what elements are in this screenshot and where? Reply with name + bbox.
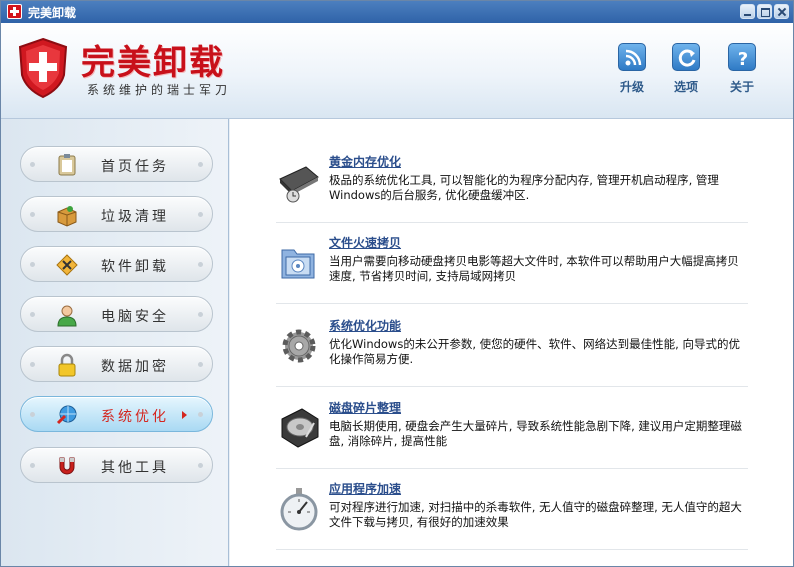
lock-icon — [58, 353, 76, 377]
folder-copy-icon — [281, 249, 315, 279]
feature-title-link[interactable]: 应用程序加速 — [329, 480, 401, 497]
content-panel: 黄金内存优化 极品的系统优化工具, 可以智能化的为程序分配内存, 管理开机启动程… — [230, 119, 793, 566]
feature-title-link[interactable]: 黄金内存优化 — [329, 153, 401, 170]
hard-disk-icon — [281, 408, 319, 448]
button-rivet — [30, 312, 35, 317]
button-rivet — [198, 463, 203, 468]
sidebar-item-label: 首页任务 — [101, 159, 169, 175]
title-bar[interactable]: 完美卸载 — [1, 1, 793, 23]
feature-item-file-copy: 文件火速拷贝 当用户需要向移动硬盘拷贝电影等超大文件时, 本软件可以帮助用户大幅… — [276, 232, 748, 304]
button-rivet — [198, 312, 203, 317]
feature-description: 极品的系统优化工具, 可以智能化的为程序分配内存, 管理开机启动程序, 管理Wi… — [329, 173, 719, 202]
close-button[interactable] — [774, 4, 789, 19]
brand-slogan: 系统维护的瑞士军刀 — [87, 83, 232, 97]
button-rivet — [198, 262, 203, 267]
button-rivet — [198, 212, 203, 217]
app-window: 完美卸载 完美卸载 系统维护的瑞士军刀 升级 选项 ? 关于 首页任务 垃圾清理… — [0, 0, 794, 567]
help-icon: ? — [728, 43, 756, 71]
globe-tool-icon — [56, 405, 77, 425]
button-rivet — [30, 262, 35, 267]
gauge-icon — [280, 488, 318, 531]
feature-title-link[interactable]: 文件火速拷贝 — [329, 234, 401, 251]
button-rivet — [198, 362, 203, 367]
feature-item-disk-defrag: 磁盘碎片整理 电脑长期使用, 硬盘会产生大量碎片, 导致系统性能急剧下降, 建议… — [276, 397, 748, 469]
sidebar-item-other-tools[interactable]: 其他工具 — [20, 447, 213, 483]
feature-item-system-optimize: 系统优化功能 优化Windows的未公开参数, 使您的硬件、软件、网络达到最佳性… — [276, 315, 748, 387]
sidebar-item-label: 软件卸载 — [101, 259, 169, 275]
rss-icon — [618, 43, 646, 71]
options-label: 选项 — [673, 80, 698, 94]
sidebar-item-system-optimize[interactable]: 系统优化 — [20, 396, 213, 432]
clipboard-icon — [58, 154, 76, 176]
upgrade-label: 升级 — [619, 80, 644, 94]
button-rivet — [30, 162, 35, 167]
feature-item-memory: 黄金内存优化 极品的系统优化工具, 可以智能化的为程序分配内存, 管理开机启动程… — [276, 151, 748, 223]
minimize-button[interactable] — [740, 4, 755, 19]
refresh-icon — [672, 43, 700, 71]
window-title: 完美卸载 — [28, 6, 77, 20]
sidebar-item-data-encrypt[interactable]: 数据加密 — [20, 346, 213, 382]
sidebar-item-pc-security[interactable]: 电脑安全 — [20, 296, 213, 332]
box-icon — [57, 206, 77, 227]
sidebar-nav: 首页任务 垃圾清理 软件卸载 电脑安全 数据加密 系统优化 其他工具 — [1, 119, 229, 566]
brand-title: 完美卸载 — [81, 43, 225, 83]
sidebar-item-label: 其他工具 — [101, 460, 169, 476]
sidebar-item-junk-clean[interactable]: 垃圾清理 — [20, 196, 213, 232]
app-logo-icon — [7, 4, 22, 19]
upgrade-button[interactable]: 升级 — [610, 43, 654, 95]
feature-item-app-accelerate: 应用程序加速 可对程序进行加速, 对扫描中的杀毒软件, 无人值守的磁盘碎整理, … — [276, 478, 748, 550]
tools-icon — [56, 254, 78, 276]
button-rivet — [198, 412, 203, 417]
feature-title-link[interactable]: 磁盘碎片整理 — [329, 399, 401, 416]
button-rivet — [30, 412, 35, 417]
button-rivet — [30, 362, 35, 367]
feature-description: 优化Windows的未公开参数, 使您的硬件、软件、网络达到最佳性能, 向导式的… — [329, 337, 740, 366]
sidebar-item-home-tasks[interactable]: 首页任务 — [20, 146, 213, 182]
button-rivet — [30, 463, 35, 468]
options-button[interactable]: 选项 — [664, 43, 708, 95]
feature-description: 电脑长期使用, 硬盘会产生大量碎片, 导致系统性能急剧下降, 建议用户定期整理磁… — [329, 419, 742, 448]
gear-icon — [282, 329, 316, 363]
sidebar-item-label: 数据加密 — [101, 359, 169, 375]
sidebar-item-label: 电脑安全 — [101, 309, 169, 325]
sidebar-item-software-uninstall[interactable]: 软件卸载 — [20, 246, 213, 282]
feature-description: 当用户需要向移动硬盘拷贝电影等超大文件时, 本软件可以帮助用户大幅提高拷贝速度,… — [329, 254, 739, 283]
about-button[interactable]: ? 关于 — [720, 43, 764, 95]
active-arrow-icon — [182, 411, 187, 419]
feature-description: 可对程序进行加速, 对扫描中的杀毒软件, 无人值守的磁盘碎整理, 无人值守的超大… — [329, 500, 742, 529]
magnet-icon — [59, 457, 75, 475]
maximize-button[interactable] — [757, 4, 772, 19]
button-rivet — [198, 162, 203, 167]
svg-text:?: ? — [738, 49, 748, 70]
about-label: 关于 — [729, 80, 754, 94]
sidebar-item-label: 系统优化 — [101, 409, 169, 425]
button-rivet — [30, 212, 35, 217]
header-banner: 完美卸载 系统维护的瑞士军刀 升级 选项 ? 关于 — [1, 23, 793, 119]
memory-chip-icon — [279, 166, 319, 203]
user-shield-icon — [57, 305, 77, 327]
sidebar-item-label: 垃圾清理 — [101, 209, 169, 225]
shield-logo-icon — [18, 37, 68, 99]
feature-title-link[interactable]: 系统优化功能 — [329, 317, 401, 334]
